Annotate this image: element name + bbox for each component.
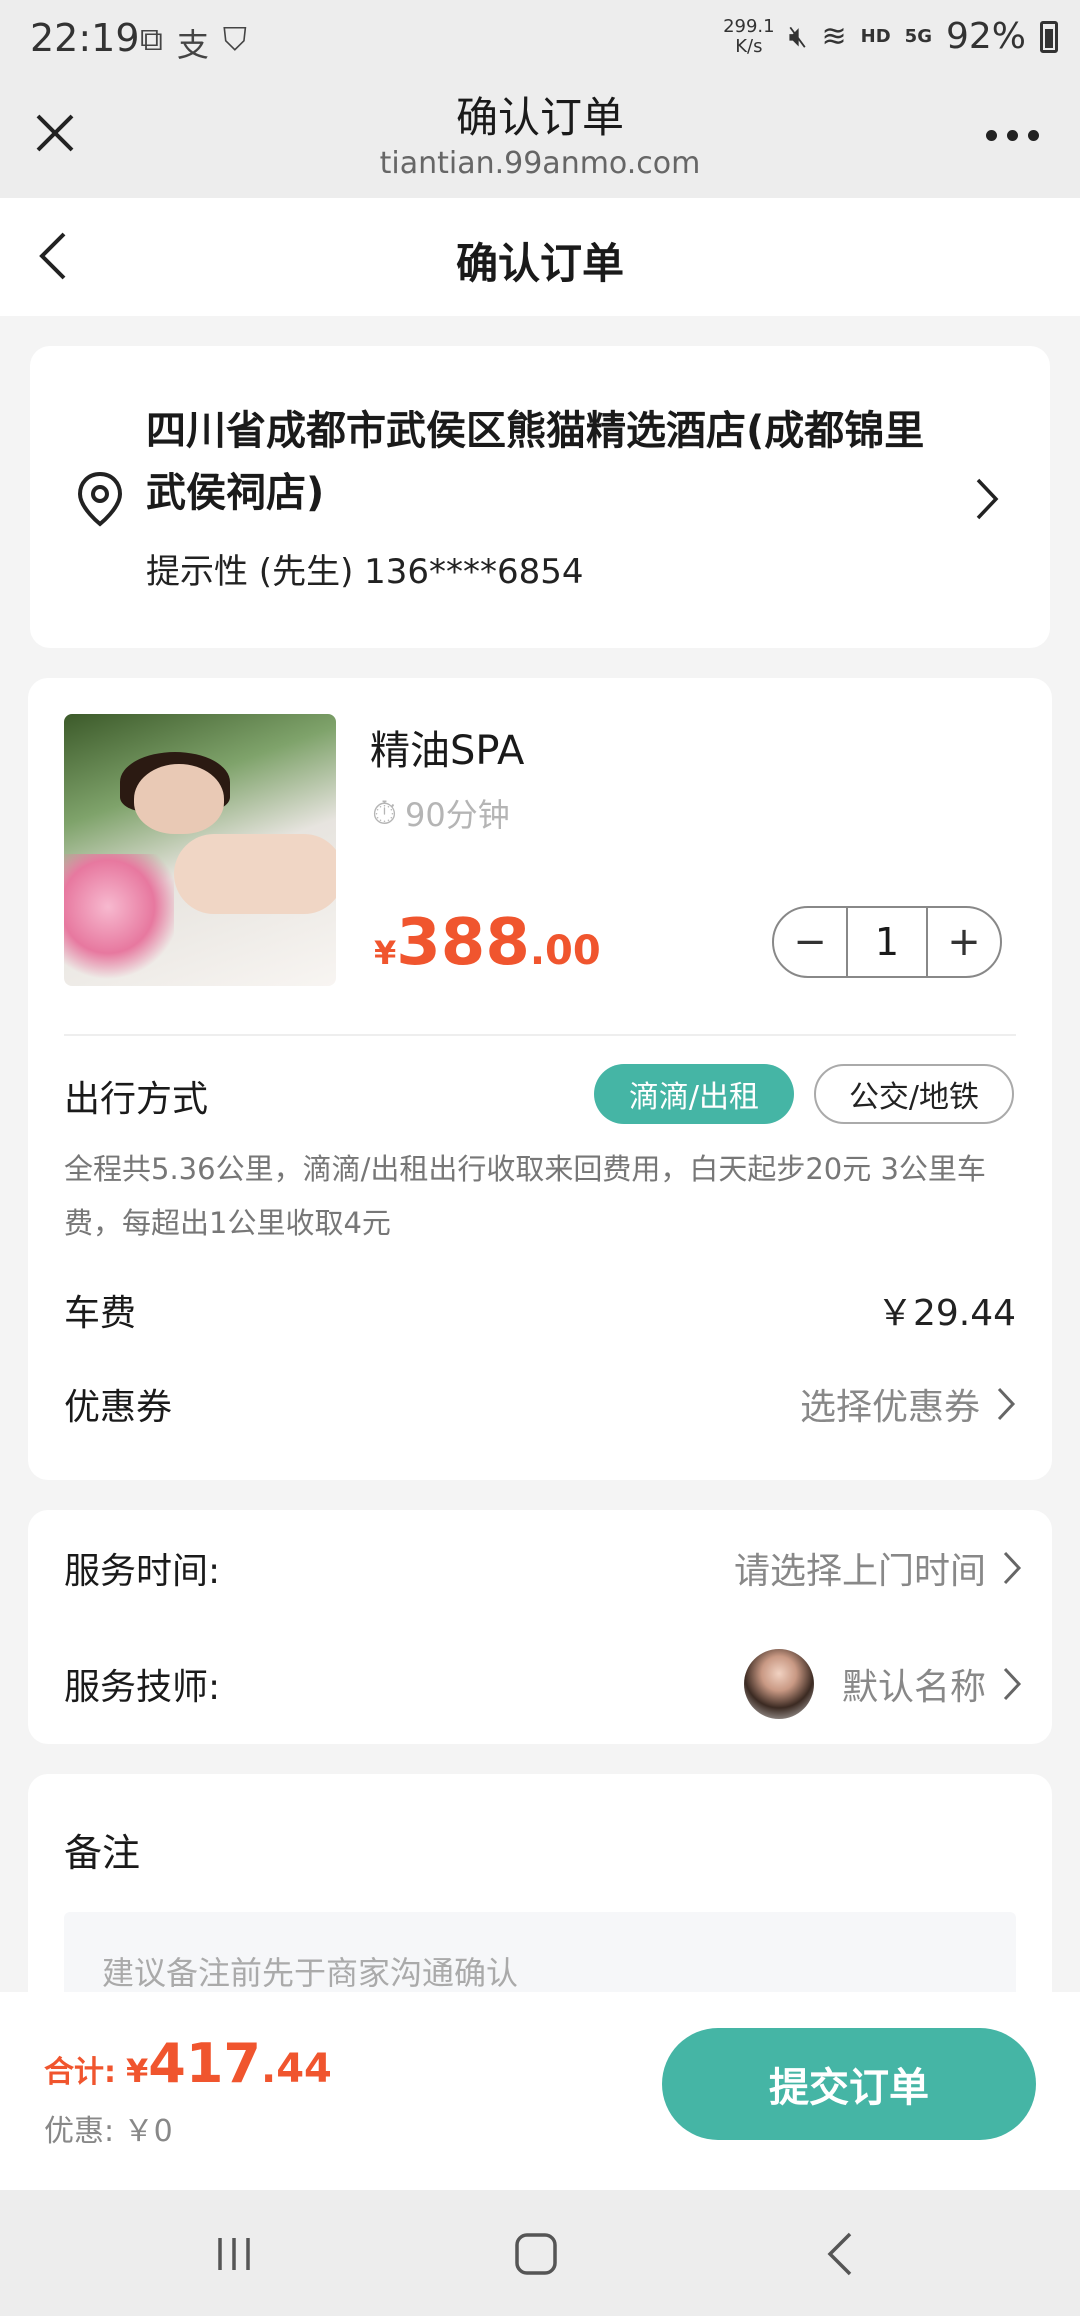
more-menu-button[interactable] [986,120,1046,150]
service-time-row[interactable]: 服务时间: 请选择上门时间 [64,1538,1022,1598]
remark-title: 备注 [64,1831,141,1875]
decrease-quantity-button[interactable]: − [774,908,846,976]
service-card: 服务时间: 请选择上门时间 服务技师: 默认名称 [28,1510,1052,1744]
chevron-right-icon [1003,1551,1022,1585]
travel-mode-label: 出行方式 [64,1079,209,1120]
total-label: 合计: [44,2055,116,2090]
shield-icon: ⛉ [222,20,247,58]
product-duration: ⏱ 90分钟 [372,793,510,835]
checkout-bar: 合计: ¥417.44 优惠: ￥0 提交订单 [0,1992,1080,2190]
back-icon [827,2232,852,2276]
product-price: ¥388.00 [374,906,601,980]
recent-apps-button[interactable] [204,2226,264,2282]
travel-option-transit[interactable]: 公交/地铁 [814,1064,1014,1124]
more-dot [1007,129,1018,141]
technician-avatar [743,1649,814,1719]
network-speed: 299.1 K/s [723,15,775,57]
page-title: 确认订单 [455,239,624,288]
page-nav-bar: 确认订单 [0,198,1080,316]
coupon-value: 选择优惠券 [799,1387,980,1428]
divider [64,1034,1016,1036]
address-card[interactable]: 四川省成都市武侯区熊猫精选酒店(成都锦里武侯祠店) 提示性 (先生) 136**… [30,346,1050,648]
battery-icon [1040,20,1058,53]
recent-apps-icon [218,2238,250,2270]
signal-icon: 5G [904,26,932,47]
car-fee-label: 车费 [64,1293,137,1334]
travel-option-taxi[interactable]: 滴滴/出租 [594,1064,794,1124]
location-pin-icon [77,471,123,527]
battery-percent: 92% [945,16,1026,57]
increase-quantity-button[interactable]: + [928,908,1000,976]
alipay-icon: 支 [176,26,209,64]
car-fee-value: ￥29.44 [876,1293,1016,1334]
wifi-icon: ≋ [821,19,847,54]
product-image [64,714,336,986]
browser-header: 确认订单 tiantian.99anmo.com [0,80,1080,198]
contact-info: 提示性 (先生) 136****6854 [146,552,584,592]
product-card: 精油SPA ⏱ 90分钟 ¥388.00 − 1 + 出行方式 滴滴/出租 公交… [28,678,1052,1480]
more-dot [986,129,997,141]
system-nav-bar [0,2190,1080,2316]
product-name: 精油SPA [370,728,525,774]
browser-url: tiantian.99anmo.com [379,146,701,181]
chevron-right-icon [976,478,999,520]
address-text: 四川省成都市武侯区熊猫精选酒店(成都锦里武侯祠店) [146,408,925,516]
status-time: 22:19 [30,16,140,60]
timer-icon: ⏱ [372,793,397,832]
car-fee-row: 车费 ￥29.44 [64,1284,1016,1336]
mute-icon: 🔇︎ [788,19,808,54]
coupon-label: 优惠券 [64,1387,173,1428]
quantity-value[interactable]: 1 [846,908,928,976]
chevron-right-icon [1003,1667,1022,1701]
hd-indicator: HD [860,26,891,47]
status-bar: 22:19 ⧉ 支 ⛉ 299.1 K/s 🔇︎ ≋ HD 5G 92% [0,0,1080,80]
technician-name: 默认名称 [841,1667,986,1708]
screen-capture-icon: ⧉ [140,20,163,58]
discount-text: 优惠: ￥0 [44,2114,173,2149]
chevron-right-icon [997,1387,1016,1421]
browser-title: 确认订单 [455,93,624,142]
technician-row[interactable]: 服务技师: 默认名称 [64,1646,1022,1722]
service-time-label: 服务时间: [64,1551,221,1592]
service-time-value: 请选择上门时间 [733,1551,986,1592]
coupon-row[interactable]: 优惠券 选择优惠券 [64,1378,1016,1430]
technician-label: 服务技师: [64,1667,221,1708]
quantity-stepper: − 1 + [772,906,1002,978]
system-back-button[interactable] [810,2226,870,2282]
total-price: 合计: ¥417.44 [44,2032,332,2095]
home-icon [515,2233,557,2275]
more-dot [1028,129,1039,141]
home-button[interactable] [506,2226,566,2282]
submit-order-button[interactable]: 提交订单 [662,2028,1036,2140]
travel-description: 全程共5.36公里，滴滴/出租出行收取来回费用，白天起步20元 3公里车费，每超… [64,1152,986,1240]
